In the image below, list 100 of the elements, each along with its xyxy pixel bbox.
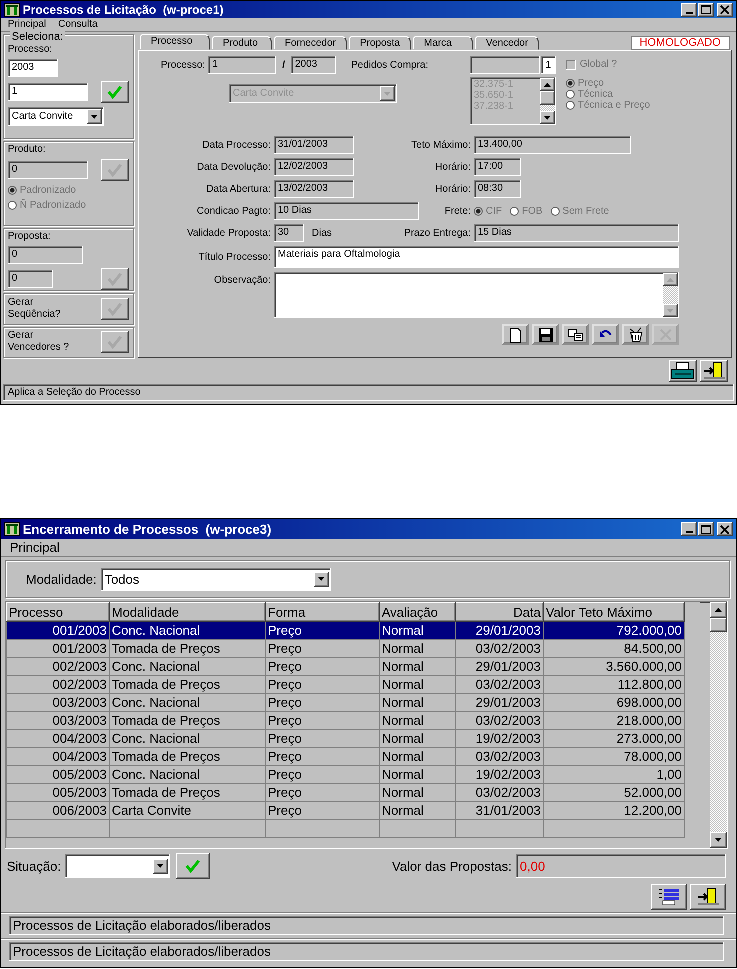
- table-cell: 698.000,00: [544, 694, 684, 712]
- table-row[interactable]: 005/2003 Conc. Nacional Preço Normal 19/02/2003 1,00: [6, 766, 684, 784]
- text-field[interactable]: 31/01/2003: [274, 136, 354, 154]
- column-header[interactable]: Avaliação: [380, 602, 456, 622]
- scrollbar[interactable]: [710, 602, 727, 848]
- text-field[interactable]: Materiais para Oftalmologia: [274, 246, 679, 268]
- table-cell: 001/2003: [6, 640, 110, 658]
- scroll-down-button[interactable]: [710, 832, 727, 848]
- column-header[interactable]: Data: [456, 602, 544, 622]
- action-label: Gerar Vencedores ?: [8, 330, 70, 354]
- text-field[interactable]: 0: [8, 246, 83, 264]
- tab[interactable]: Vencedor: [475, 36, 540, 50]
- table-cell: 273.000,00: [544, 730, 684, 748]
- table-row[interactable]: 002/2003 Conc. Nacional Preço Normal 29/01/2003 3.560.000,00: [6, 658, 684, 676]
- maximize-button[interactable]: [698, 2, 714, 16]
- down-arrow-icon: [666, 308, 675, 314]
- field-label: Proposta:: [8, 231, 52, 242]
- menu-item[interactable]: Principal: [9, 540, 61, 555]
- table-row[interactable]: 001/2003 Tomada de Preços Preço Normal 03/02/2003 84.500,00: [6, 640, 684, 658]
- dropdown-arrow-button[interactable]: [314, 572, 329, 586]
- door-exit-button[interactable]: [690, 884, 726, 910]
- table-row[interactable]: 004/2003 Conc. Nacional Preço Normal 19/02/2003 273.000,00: [6, 730, 684, 748]
- tab[interactable]: Fornecedor: [274, 36, 348, 50]
- tab[interactable]: Proposta: [349, 36, 412, 50]
- text-field[interactable]: 13/02/2003: [274, 180, 354, 198]
- maximize-button[interactable]: [698, 522, 714, 536]
- dropdown[interactable]: Carta Convite: [8, 107, 104, 126]
- table-row[interactable]: 006/2003 Carta Convite Preço Normal 31/01/2003 12.200,00: [6, 802, 684, 820]
- text-field[interactable]: 30: [274, 224, 304, 242]
- tab[interactable]: Processo: [140, 34, 210, 50]
- text-field[interactable]: 10 Dias: [274, 202, 419, 220]
- apply-button[interactable]: [101, 81, 129, 103]
- dropdown-arrow-button[interactable]: [380, 86, 395, 101]
- table-row[interactable]: 004/2003 Tomada de Preços Preço Normal 03/02/2003 78.000,00: [6, 748, 684, 766]
- list-report-button[interactable]: [651, 884, 687, 910]
- table-row[interactable]: 001/2003 Conc. Nacional Preço Normal 29/01/2003 792.000,00: [6, 622, 684, 640]
- trash-basket-icon: [628, 326, 644, 342]
- floppy-disk-button[interactable]: [532, 324, 559, 345]
- minimize-button[interactable]: [681, 522, 697, 536]
- check-icon: [107, 272, 123, 286]
- table-row[interactable]: 003/2003 Tomada de Preços Preço Normal 03/02/2003 218.000,00: [6, 712, 684, 730]
- scroll-up-button[interactable]: [710, 602, 727, 618]
- copy-button[interactable]: [562, 324, 589, 345]
- text-field[interactable]: 12/02/2003: [274, 158, 354, 176]
- menu-item[interactable]: Consulta: [57, 19, 99, 30]
- door-exit-button[interactable]: [700, 360, 728, 382]
- column-header[interactable]: Processo: [6, 602, 110, 622]
- printer-button[interactable]: [669, 360, 697, 382]
- field-label: Título Processo:: [198, 252, 271, 262]
- new-document-button[interactable]: [502, 324, 529, 345]
- table-cell: 03/02/2003: [456, 676, 544, 694]
- text-field[interactable]: 17:00: [474, 158, 521, 176]
- text-field[interactable]: 15 Dias: [474, 224, 679, 242]
- status-bar: Processos de Licitação elaborados/liberados: [9, 942, 724, 961]
- scroll-down-button[interactable]: [540, 111, 555, 124]
- scrollbar[interactable]: [663, 273, 678, 317]
- undo-arrow-button[interactable]: [592, 324, 619, 345]
- table-cell: 29/01/2003: [456, 658, 544, 676]
- minimize-button[interactable]: [681, 2, 697, 16]
- text-field[interactable]: 1: [8, 83, 88, 101]
- caret-icon: [383, 90, 392, 96]
- column-header[interactable]: Forma: [266, 602, 380, 622]
- table-cell: Conc. Nacional: [110, 658, 266, 676]
- text-field[interactable]: 2003: [291, 56, 336, 74]
- text-field[interactable]: 2003: [8, 59, 58, 77]
- text-area[interactable]: [274, 272, 679, 318]
- table-cell: 112.800,00: [544, 676, 684, 694]
- tab[interactable]: Marca: [413, 36, 474, 50]
- table-cell: 78.000,00: [544, 748, 684, 766]
- text-field[interactable]: 13.400,00: [474, 136, 631, 154]
- table-row[interactable]: 003/2003 Conc. Nacional Preço Normal 29/01/2003 698.000,00: [6, 694, 684, 712]
- scroll-up-button[interactable]: [540, 78, 555, 91]
- table-cell: 792.000,00: [544, 622, 684, 640]
- scroll-up-button[interactable]: [663, 273, 678, 286]
- apply-button[interactable]: [176, 853, 210, 879]
- trash-basket-button[interactable]: [622, 324, 649, 345]
- dropdown[interactable]: [65, 854, 170, 878]
- table-row[interactable]: 005/2003 Tomada de Preços Preço Normal 03/02/2003 52.000,00: [6, 784, 684, 802]
- column-header[interactable]: Valor Teto Máximo: [544, 602, 684, 622]
- check-icon: [107, 335, 123, 350]
- text-field[interactable]: [470, 56, 540, 74]
- table-cell: 002/2003: [6, 658, 110, 676]
- caret-icon: [156, 863, 166, 869]
- text-field[interactable]: 08:30: [474, 180, 521, 198]
- tab[interactable]: Produto: [212, 36, 272, 50]
- table-cell: 19/02/2003: [456, 766, 544, 784]
- dropdown-arrow-button[interactable]: [153, 858, 168, 874]
- table-row[interactable]: 002/2003 Tomada de Preços Preço Normal 03/02/2003 112.800,00: [6, 676, 684, 694]
- column-header[interactable]: Modalidade: [110, 602, 266, 622]
- scroll-thumb[interactable]: [710, 618, 727, 632]
- text-field[interactable]: 1: [208, 56, 276, 74]
- dropdown-arrow-button[interactable]: [87, 109, 102, 124]
- down-arrow-icon: [714, 837, 723, 843]
- menu-item[interactable]: Principal: [7, 19, 48, 30]
- scrollbar[interactable]: [540, 78, 555, 124]
- text-field[interactable]: 0: [8, 160, 88, 179]
- scroll-down-button[interactable]: [663, 304, 678, 317]
- text-field[interactable]: 0: [8, 270, 53, 288]
- dropdown[interactable]: Todos: [100, 568, 331, 590]
- scroll-thumb[interactable]: [540, 91, 555, 105]
